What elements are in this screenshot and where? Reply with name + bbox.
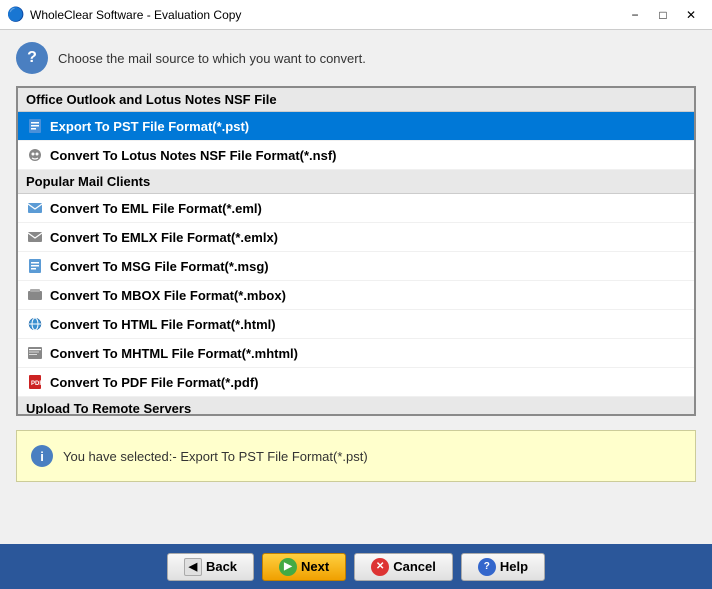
cancel-button[interactable]: ✕ Cancel: [354, 553, 453, 581]
back-arrow-icon: ◀: [184, 558, 202, 576]
list-item-convert-eml[interactable]: Convert To EML File Format(*.eml): [18, 194, 694, 223]
restore-button[interactable]: □: [650, 5, 676, 25]
convert-mhtml-icon: [26, 344, 44, 362]
convert-eml-label: Convert To EML File Format(*.eml): [50, 201, 262, 216]
main-content: ? Choose the mail source to which you wa…: [0, 30, 712, 494]
list-item-convert-mhtml[interactable]: Convert To MHTML File Format(*.mhtml): [18, 339, 694, 368]
back-label: Back: [206, 559, 237, 574]
info-box: i You have selected:- Export To PST File…: [16, 430, 696, 482]
back-button[interactable]: ◀ Back: [167, 553, 254, 581]
header-row: ? Choose the mail source to which you wa…: [16, 42, 696, 74]
list-item-convert-mbox[interactable]: Convert To MBOX File Format(*.mbox): [18, 281, 694, 310]
format-list[interactable]: Office Outlook and Lotus Notes NSF File …: [16, 86, 696, 416]
next-button[interactable]: ▶ Next: [262, 553, 346, 581]
convert-eml-icon: [26, 199, 44, 217]
titlebar: 🔵 WholeClear Software - Evaluation Copy …: [0, 0, 712, 30]
list-item-convert-nsf[interactable]: Convert To Lotus Notes NSF File Format(*…: [18, 141, 694, 170]
convert-html-icon: [26, 315, 44, 333]
convert-emlx-label: Convert To EMLX File Format(*.emlx): [50, 230, 278, 245]
export-pst-label: Export To PST File Format(*.pst): [50, 119, 249, 134]
info-box-icon: i: [31, 445, 53, 467]
header-icon: ?: [16, 42, 48, 74]
bottom-bar: ◀ Back ▶ Next ✕ Cancel ? Help: [0, 544, 712, 589]
info-box-text: You have selected:- Export To PST File F…: [63, 449, 368, 464]
help-label: Help: [500, 559, 528, 574]
convert-mbox-label: Convert To MBOX File Format(*.mbox): [50, 288, 286, 303]
cancel-label: Cancel: [393, 559, 436, 574]
convert-msg-icon: [26, 257, 44, 275]
next-icon: ▶: [279, 558, 297, 576]
next-label: Next: [301, 559, 329, 574]
list-item-convert-msg[interactable]: Convert To MSG File Format(*.msg): [18, 252, 694, 281]
app-icon: 🔵: [8, 7, 24, 23]
convert-nsf-label: Convert To Lotus Notes NSF File Format(*…: [50, 148, 337, 163]
export-pst-icon: [26, 117, 44, 135]
group-header-popular: Popular Mail Clients: [18, 170, 694, 194]
help-button[interactable]: ? Help: [461, 553, 545, 581]
help-icon: ?: [478, 558, 496, 576]
convert-pdf-label: Convert To PDF File Format(*.pdf): [50, 375, 258, 390]
list-item-convert-html[interactable]: Convert To HTML File Format(*.html): [18, 310, 694, 339]
group-header-outlook: Office Outlook and Lotus Notes NSF File: [18, 88, 694, 112]
list-item-convert-pdf[interactable]: PDF Convert To PDF File Format(*.pdf): [18, 368, 694, 397]
window-controls: − □ ✕: [622, 5, 704, 25]
list-item-convert-emlx[interactable]: Convert To EMLX File Format(*.emlx): [18, 223, 694, 252]
close-button[interactable]: ✕: [678, 5, 704, 25]
convert-emlx-icon: [26, 228, 44, 246]
header-text: Choose the mail source to which you want…: [58, 51, 366, 66]
convert-msg-label: Convert To MSG File Format(*.msg): [50, 259, 269, 274]
cancel-icon: ✕: [371, 558, 389, 576]
svg-text:PDF: PDF: [31, 381, 43, 387]
minimize-button[interactable]: −: [622, 5, 648, 25]
convert-pdf-icon: PDF: [26, 373, 44, 391]
window-title: WholeClear Software - Evaluation Copy: [30, 8, 622, 22]
convert-mbox-icon: [26, 286, 44, 304]
convert-nsf-icon: [26, 146, 44, 164]
convert-mhtml-label: Convert To MHTML File Format(*.mhtml): [50, 346, 298, 361]
group-header-remote: Upload To Remote Servers: [18, 397, 694, 416]
list-item-export-pst[interactable]: Export To PST File Format(*.pst): [18, 112, 694, 141]
convert-html-label: Convert To HTML File Format(*.html): [50, 317, 276, 332]
